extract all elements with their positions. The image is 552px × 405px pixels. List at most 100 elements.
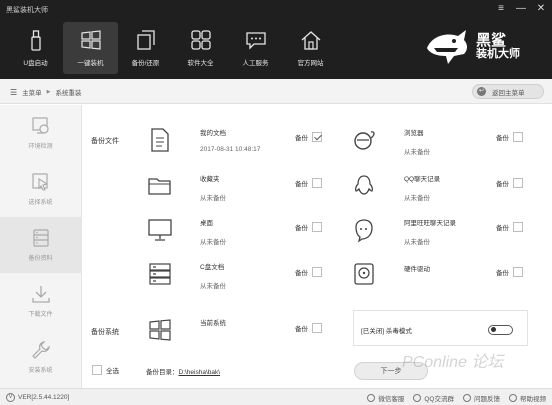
logo-text: 黑鲨 — [476, 31, 507, 49]
backup-dir-path[interactable]: D:\heisha\bak\ — [179, 369, 221, 376]
item-browser: 浏览器 从未备份 — [404, 127, 430, 156]
nav-label: 人工服务 — [242, 60, 269, 67]
backup-checkbox[interactable] — [513, 178, 523, 188]
logo: 黑鲨 装机大师 — [424, 22, 542, 70]
app-header: 黑鲨装机大师 ≡ — ✕ U盘启动 一键装机 备份/还原 软件大全 人工服务 官… — [0, 0, 552, 79]
item-name: QQ聊天记录 — [404, 176, 441, 183]
backup-label: 备份 — [295, 135, 308, 142]
browser-icon — [354, 131, 375, 150]
backup-checkbox[interactable] — [513, 132, 523, 142]
select-all-checkbox[interactable] — [92, 365, 102, 375]
antivirus-toggle[interactable] — [488, 325, 513, 335]
step-label: 备份资料 — [28, 256, 53, 262]
nav-one-click-install[interactable]: 一键装机 — [63, 22, 118, 74]
feedback-link[interactable]: 问题反馈 — [463, 393, 500, 403]
item-name: 收藏夹 — [200, 176, 220, 183]
breadcrumb-home[interactable]: 主菜单 — [22, 87, 42, 97]
backup-toggle[interactable]: 备份 — [295, 323, 322, 333]
backup-label: 备份 — [496, 270, 509, 277]
backup-toggle[interactable]: 备份 — [295, 267, 322, 277]
shark-logo-icon — [427, 30, 467, 64]
wechat-icon — [367, 394, 376, 402]
nav-usb-boot[interactable]: U盘启动 — [8, 22, 63, 74]
step-backup-data: 备份资料 — [0, 217, 81, 273]
nav-official-site[interactable]: 官方网站 — [283, 22, 338, 74]
select-all[interactable]: 全选 — [92, 365, 119, 375]
version-text: VER[2.5.44.1220] — [18, 394, 70, 401]
help-video-link[interactable]: 帮助视频 — [509, 393, 546, 403]
backup-toggle[interactable]: 备份 — [496, 178, 523, 188]
link-label: 问题反馈 — [474, 396, 500, 403]
nav-backup-restore[interactable]: 备份/还原 — [118, 22, 173, 74]
backup-toggle[interactable]: 备份 — [496, 267, 523, 277]
backup-toggle[interactable]: 备份 — [295, 178, 322, 188]
item-c-drive-docs: C盘文档 从未备份 — [200, 261, 226, 290]
wrench-icon — [31, 341, 50, 359]
top-nav: U盘启动 一键装机 备份/还原 软件大全 人工服务 官方网站 — [8, 22, 338, 74]
version-info: V VER[2.5.44.1220] — [6, 393, 69, 402]
back-to-main-button[interactable]: ↩ 返回主菜单 — [472, 84, 544, 99]
backup-toggle[interactable]: 备份 — [496, 132, 523, 142]
back-arrow-icon: ↩ — [477, 87, 486, 96]
breadcrumb-bar: ☰ 主菜单 ▶ 系统重装 ↩ 返回主菜单 — [0, 79, 552, 104]
item-favorites: 收藏夹 从未备份 — [200, 173, 226, 202]
logo-subtext: 装机大师 — [476, 47, 520, 60]
window-controls: ≡ — ✕ — [496, 4, 546, 14]
link-label: 微信客服 — [378, 396, 405, 403]
nav-manual-service[interactable]: 人工服务 — [228, 22, 283, 74]
wechat-support-link[interactable]: 微信客服 — [367, 393, 404, 403]
app-title: 黑鲨装机大师 — [6, 7, 48, 14]
item-last-backup: 从未备份 — [404, 149, 430, 156]
backup-data-icon — [32, 229, 49, 247]
minimize-icon[interactable]: — — [516, 4, 526, 14]
windows-icon — [149, 319, 171, 341]
backup-dir-label: 备份目录： — [146, 369, 179, 376]
step-install-system: 安装系统 — [0, 329, 81, 385]
menu-icon[interactable]: ≡ — [496, 4, 506, 14]
qq-group-link[interactable]: QQ交流群 — [413, 393, 454, 403]
drive-icon — [149, 263, 171, 285]
step-sidebar: 环境检测 选择系统 备份资料 下载文件 安装系统 — [0, 105, 82, 388]
download-icon — [31, 286, 50, 303]
item-last-backup: 从未备份 — [200, 239, 226, 246]
link-label: 帮助视频 — [520, 396, 546, 403]
item-last-backup: 从未备份 — [404, 195, 430, 202]
backup-toggle[interactable]: 备份 — [496, 222, 523, 232]
link-label: QQ交流群 — [424, 396, 454, 403]
document-icon — [151, 128, 169, 152]
item-wangwang-chat: 阿里旺旺聊天记录 从未备份 — [404, 217, 456, 246]
item-last-backup: 2017-08-31 10:48:17 — [200, 146, 261, 153]
backup-checkbox[interactable] — [312, 178, 322, 188]
backup-toggle[interactable]: 备份 — [295, 222, 322, 232]
nav-label: 一键装机 — [77, 60, 104, 67]
backup-checkbox[interactable] — [312, 132, 322, 142]
backup-checkbox[interactable] — [312, 267, 322, 277]
qq-icon — [354, 175, 374, 195]
help-icon — [509, 394, 517, 402]
step-download-files: 下载文件 — [0, 273, 81, 329]
backup-checkbox[interactable] — [312, 222, 322, 232]
backup-checkbox[interactable] — [312, 323, 322, 333]
backup-files-label: 备份文件 — [91, 138, 119, 145]
nav-label: 备份/还原 — [131, 60, 160, 67]
backup-label: 备份 — [295, 225, 308, 232]
antivirus-mode-label: [已关闭] 杀毒模式 — [361, 328, 412, 335]
step-environment-check: 环境检测 — [0, 105, 81, 161]
item-last-backup: 从未备份 — [200, 283, 226, 290]
backup-label: 备份 — [496, 135, 509, 142]
backup-label: 备份 — [295, 181, 308, 188]
backup-label: 备份 — [295, 326, 308, 333]
step-label: 下载文件 — [28, 312, 53, 318]
item-name: 硬件驱动 — [404, 266, 430, 273]
hardware-driver-icon — [354, 263, 374, 285]
item-name: C盘文档 — [200, 264, 225, 271]
backup-label: 备份 — [295, 270, 308, 277]
backup-checkbox[interactable] — [513, 267, 523, 277]
item-qq-chat: QQ聊天记录 从未备份 — [404, 173, 440, 202]
item-hardware-driver: 硬件驱动 — [404, 263, 430, 273]
backup-checkbox[interactable] — [513, 222, 523, 232]
close-icon[interactable]: ✕ — [536, 4, 546, 14]
nav-software[interactable]: 软件大全 — [173, 22, 228, 74]
status-links: 微信客服 QQ交流群 问题反馈 帮助视频 — [367, 393, 546, 403]
backup-toggle[interactable]: 备份 — [295, 132, 322, 142]
